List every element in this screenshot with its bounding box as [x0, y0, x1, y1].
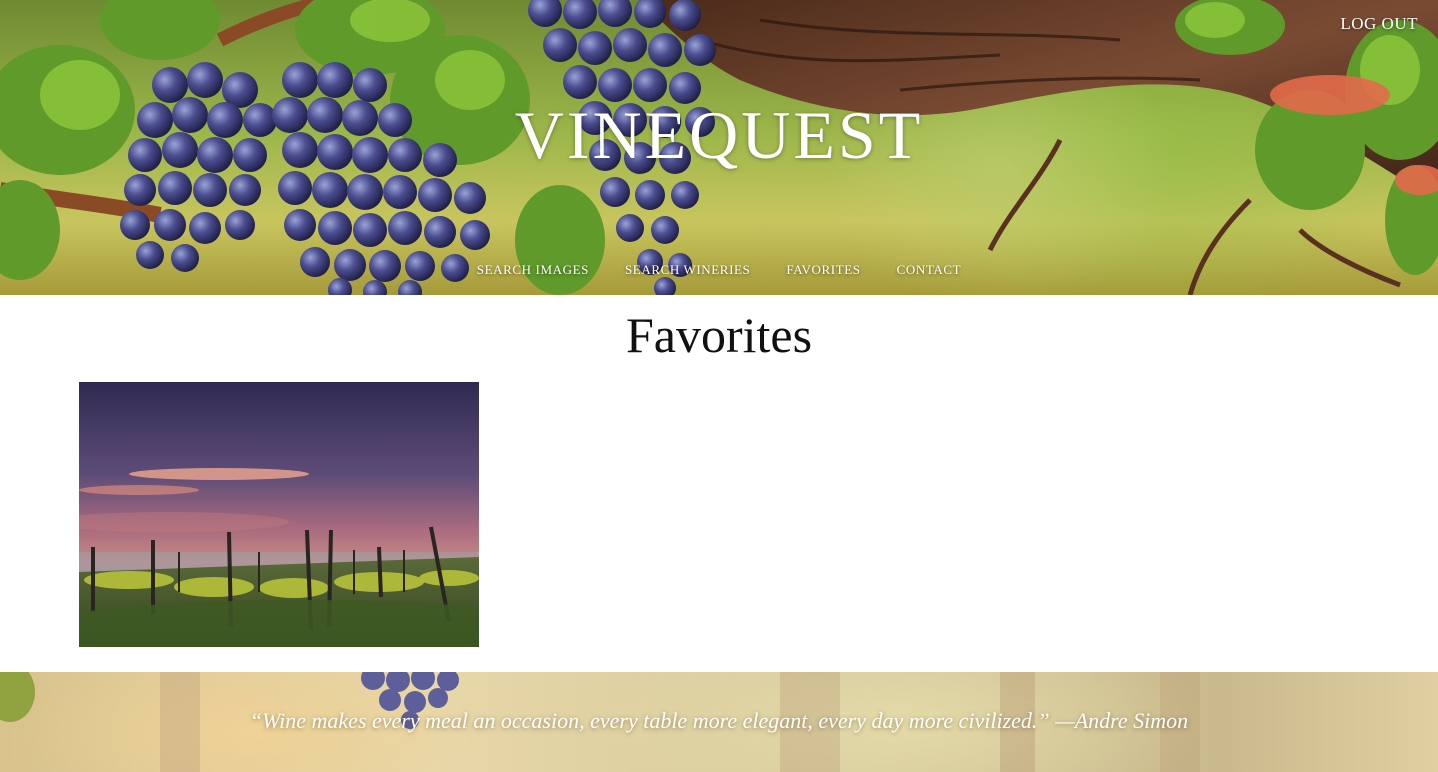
favorite-image-card[interactable] — [79, 382, 479, 647]
nav-search-wineries[interactable]: SEARCH WINERIES — [625, 262, 750, 278]
main-nav: SEARCH IMAGES SEARCH WINERIES FAVORITES … — [0, 262, 1438, 278]
vineyard-dusk-image — [79, 382, 479, 647]
nav-contact[interactable]: CONTACT — [897, 262, 962, 278]
page-title: Favorites — [625, 307, 813, 363]
quote-footer: “Wine makes every meal an occasion, ever… — [0, 672, 1438, 772]
hero-header: LOG OUT VINEQUEST SEARCH IMAGES SEARCH W… — [0, 0, 1438, 295]
nav-search-images[interactable]: SEARCH IMAGES — [477, 262, 589, 278]
footer-quote: “Wine makes every meal an occasion, ever… — [249, 708, 1189, 733]
logout-link[interactable]: LOG OUT — [1340, 14, 1418, 34]
nav-favorites[interactable]: FAVORITES — [786, 262, 860, 278]
site-title: VINEQUEST — [514, 97, 924, 173]
